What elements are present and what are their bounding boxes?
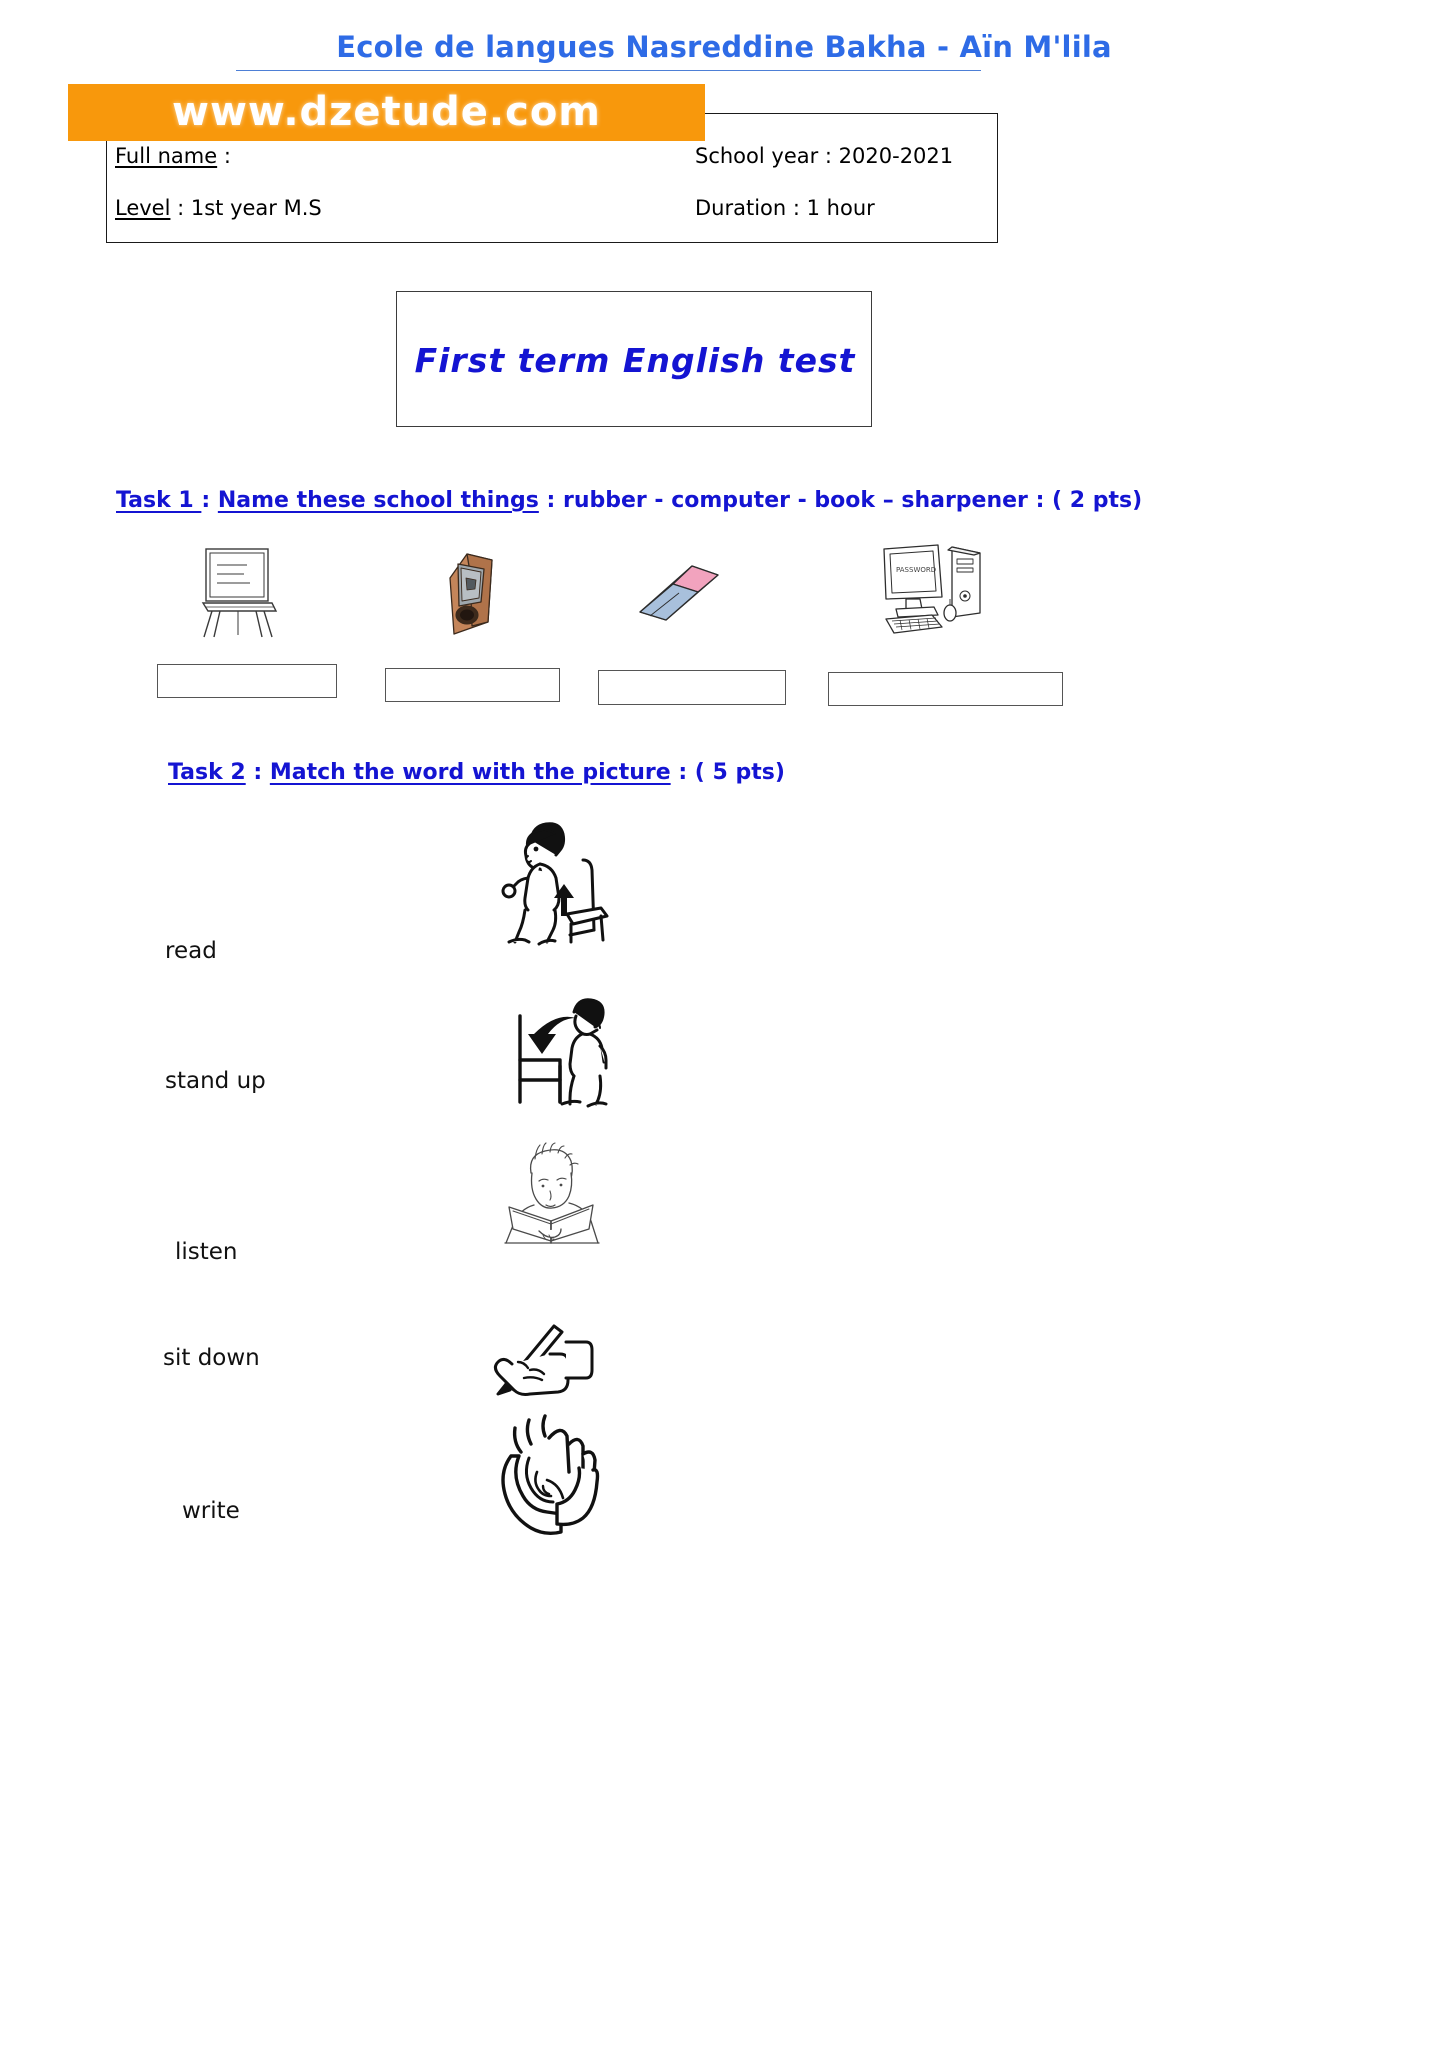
full-name-value: : (217, 144, 231, 168)
task-1-answer-box-3[interactable] (598, 670, 786, 705)
school-header-underline (236, 70, 981, 71)
task-2-word-read[interactable]: read (165, 938, 217, 964)
level-label: Level (115, 196, 171, 220)
level-field[interactable]: Level : 1st year M.S (115, 196, 322, 220)
test-title-box: First term English test (396, 291, 872, 427)
duration-text: Duration : 1 hour (695, 196, 875, 220)
task-1-sep-3: : (1027, 488, 1053, 513)
task-1-answer-box-2[interactable] (385, 668, 560, 702)
listen-picture[interactable] (489, 1414, 600, 1539)
sit-down-picture[interactable] (500, 988, 612, 1108)
task-2-sep-1: : (245, 760, 270, 785)
task-1-answer-box-4[interactable] (828, 672, 1063, 706)
write-picture[interactable] (488, 1318, 596, 1396)
task-2-word-stand-up[interactable]: stand up (165, 1068, 266, 1094)
stand-up-picture[interactable] (495, 816, 610, 946)
task-1-word-bank: rubber - computer - book – sharpener (562, 488, 1028, 513)
test-title-text: First term English test (414, 340, 856, 380)
svg-text:PASSWORD: PASSWORD (896, 566, 936, 574)
watermark-banner: www.dzetude.com (68, 84, 705, 141)
task-1-sep-1: : (201, 488, 218, 513)
full-name-field[interactable]: Full name : (115, 144, 231, 168)
task-2-number: Task 2 (168, 760, 246, 785)
task-2-points: ( 5 pts) (694, 760, 785, 785)
task-2-sep-2: : (670, 760, 695, 785)
task-1-number: Task 1 (116, 488, 202, 513)
full-name-label: Full name (115, 144, 218, 168)
eraser-rubber-picture (630, 562, 730, 627)
computer-picture: PASSWORD (876, 541, 994, 639)
task-1-heading: Task 1 : Name these school things : rubb… (116, 488, 1142, 513)
task-2-heading: Task 2 : Match the word with the picture… (168, 760, 785, 785)
task-2-word-sit-down[interactable]: sit down (163, 1345, 260, 1371)
level-value: : 1st year M.S (170, 196, 322, 220)
task-1-points: ( 2 pts) (1052, 488, 1143, 513)
watermark-url-text: www.dzetude.com (172, 89, 601, 135)
task-2-instruction: Match the word with the picture (269, 760, 671, 785)
task-1-answer-box-1[interactable] (157, 664, 337, 698)
flipchart-board-picture (186, 545, 296, 640)
task-1-instruction: Name these school things (217, 488, 539, 513)
school-year-text: School year : 2020-2021 (695, 144, 954, 168)
read-picture[interactable] (489, 1142, 609, 1251)
school-header-title: Ecole de langues Nasreddine Bakha - Aïn … (336, 30, 1112, 64)
task-2-word-write[interactable]: write (182, 1498, 240, 1524)
task-2-word-listen[interactable]: listen (175, 1239, 238, 1265)
task-1-sep-2: : (538, 488, 563, 513)
pencil-sharpener-picture (432, 548, 520, 640)
